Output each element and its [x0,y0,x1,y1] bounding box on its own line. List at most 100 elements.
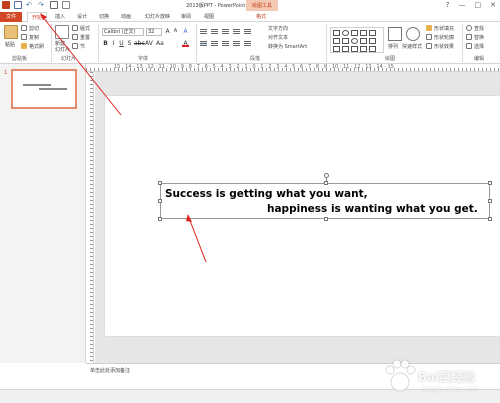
cut-label[interactable]: 剪切 [29,25,39,32]
resize-handle[interactable] [488,181,492,185]
section-icon[interactable] [72,43,78,49]
underline-icon[interactable]: U [118,40,125,47]
decrease-indent-icon[interactable] [222,29,229,34]
tab-insert[interactable]: 插入 [55,12,65,22]
powerpoint-logo-icon[interactable] [2,1,10,9]
minimize-button[interactable]: — [459,1,466,9]
slide-thumbnail[interactable] [11,69,77,109]
resize-handle[interactable] [324,217,328,221]
replace-label[interactable]: 替换 [474,34,484,41]
change-case-icon[interactable]: Aa [156,40,164,47]
shape-fill-label[interactable]: 形状填充 [434,25,454,32]
tab-format[interactable]: 格式 [256,12,266,22]
horizontal-ruler: 15 · 14 · 13 · 12 · 11 · 10 · 9 · 8 · 7 … [86,64,500,72]
quick-styles-icon[interactable] [406,27,420,41]
reset-icon[interactable] [72,34,78,40]
numbering-icon[interactable] [211,29,218,34]
maximize-button[interactable]: □ [475,1,482,9]
thumbnail-text-line [23,84,51,86]
justify-icon[interactable] [233,41,240,46]
slide-editing-area: Success is getting what you want, happin… [95,72,500,363]
bullets-icon[interactable] [200,29,207,34]
replace-icon[interactable] [466,34,472,40]
grow-font-icon[interactable]: A [164,28,171,35]
slide-text-line-1[interactable]: Success is getting what you want, [165,188,368,200]
slide-canvas[interactable]: Success is getting what you want, happin… [105,96,500,336]
tab-transitions[interactable]: 切换 [99,12,109,22]
char-spacing-icon[interactable]: AV [145,40,153,47]
cut-icon[interactable] [21,25,27,31]
redo-icon[interactable]: ↷ [38,1,46,9]
save-icon[interactable] [14,1,22,9]
thumbnail-number: 1 [4,70,8,76]
bold-icon[interactable]: B [102,40,109,47]
text-direction-button[interactable]: 文字方向 [268,25,288,32]
tab-review[interactable]: 审阅 [181,12,191,22]
paste-label[interactable]: 粘贴 [5,41,15,48]
quick-styles-label[interactable]: 快速样式 [402,43,422,50]
shapes-gallery[interactable] [330,27,384,53]
find-icon[interactable] [466,25,472,31]
close-button[interactable]: ✕ [490,1,496,9]
shadow-icon[interactable]: S [126,40,133,47]
tab-animations[interactable]: 动画 [121,12,131,22]
arrange-icon[interactable] [388,27,402,41]
tab-design[interactable]: 设计 [77,12,87,22]
strikethrough-icon[interactable]: abc [134,40,145,47]
reset-label[interactable]: 重置 [80,34,90,41]
font-color-icon[interactable]: A [182,40,189,47]
format-painter-label[interactable]: 格式刷 [29,43,44,50]
select-icon[interactable] [466,43,472,49]
resize-handle[interactable] [158,181,162,185]
shape-outline-icon[interactable] [426,34,432,40]
resize-handle[interactable] [158,217,162,221]
shape-effects-label[interactable]: 形状效果 [434,43,454,50]
font-size-select[interactable]: 32 [146,28,162,36]
customize-qat-icon[interactable] [62,1,70,9]
line-spacing-icon[interactable] [244,29,251,34]
resize-handle[interactable] [324,181,328,185]
start-slideshow-icon[interactable] [50,1,58,9]
tab-view[interactable]: 视图 [204,12,214,22]
text-box[interactable]: Success is getting what you want, happin… [158,173,492,221]
clear-format-icon[interactable]: A [182,28,189,35]
resize-handle[interactable] [488,217,492,221]
shape-fill-icon[interactable] [426,25,432,31]
shape-effects-icon[interactable] [426,43,432,49]
copy-icon[interactable] [21,34,27,40]
align-center-icon[interactable] [211,41,218,46]
align-left-icon[interactable] [200,41,207,46]
select-label[interactable]: 选择 [474,43,484,50]
columns-icon[interactable] [244,41,251,46]
font-name-select[interactable]: Calibri (正文) [102,28,144,36]
tab-file[interactable]: 文件 [0,12,22,22]
arrange-label[interactable]: 排列 [388,43,398,50]
align-text-button[interactable]: 对齐文本 [268,34,288,41]
italic-icon[interactable]: I [110,40,117,47]
paste-icon[interactable] [4,25,18,39]
find-label[interactable]: 查找 [474,25,484,32]
section-label[interactable]: 节 [80,43,85,50]
resize-handle[interactable] [158,199,162,203]
tab-home[interactable]: 开始 [27,12,47,22]
increase-indent-icon[interactable] [233,29,240,34]
tab-slideshow[interactable]: 幻灯片放映 [145,12,170,22]
new-slide-icon[interactable] [55,25,69,39]
slide-text-line-2[interactable]: happiness is wanting what you get. [267,203,478,215]
vertical-ruler [86,72,94,363]
format-painter-icon[interactable] [21,43,27,49]
convert-smartart-button[interactable]: 转换为 SmartArt [268,43,307,50]
layout-label[interactable]: 版式 [80,25,90,32]
align-right-icon[interactable] [222,41,229,46]
group-separator [98,24,99,62]
shrink-font-icon[interactable]: A [172,28,179,35]
new-slide-label[interactable]: 新建 幻灯片 [55,41,70,53]
shape-outline-label[interactable]: 形状轮廓 [434,34,454,41]
help-button[interactable]: ? [446,1,450,9]
rotate-handle[interactable] [324,173,329,178]
copy-label[interactable]: 复制 [29,34,39,41]
notes-placeholder[interactable]: 单击此处添加备注 [90,367,130,374]
resize-handle[interactable] [488,199,492,203]
layout-icon[interactable] [72,25,78,31]
undo-icon[interactable]: ↶ [26,1,34,9]
